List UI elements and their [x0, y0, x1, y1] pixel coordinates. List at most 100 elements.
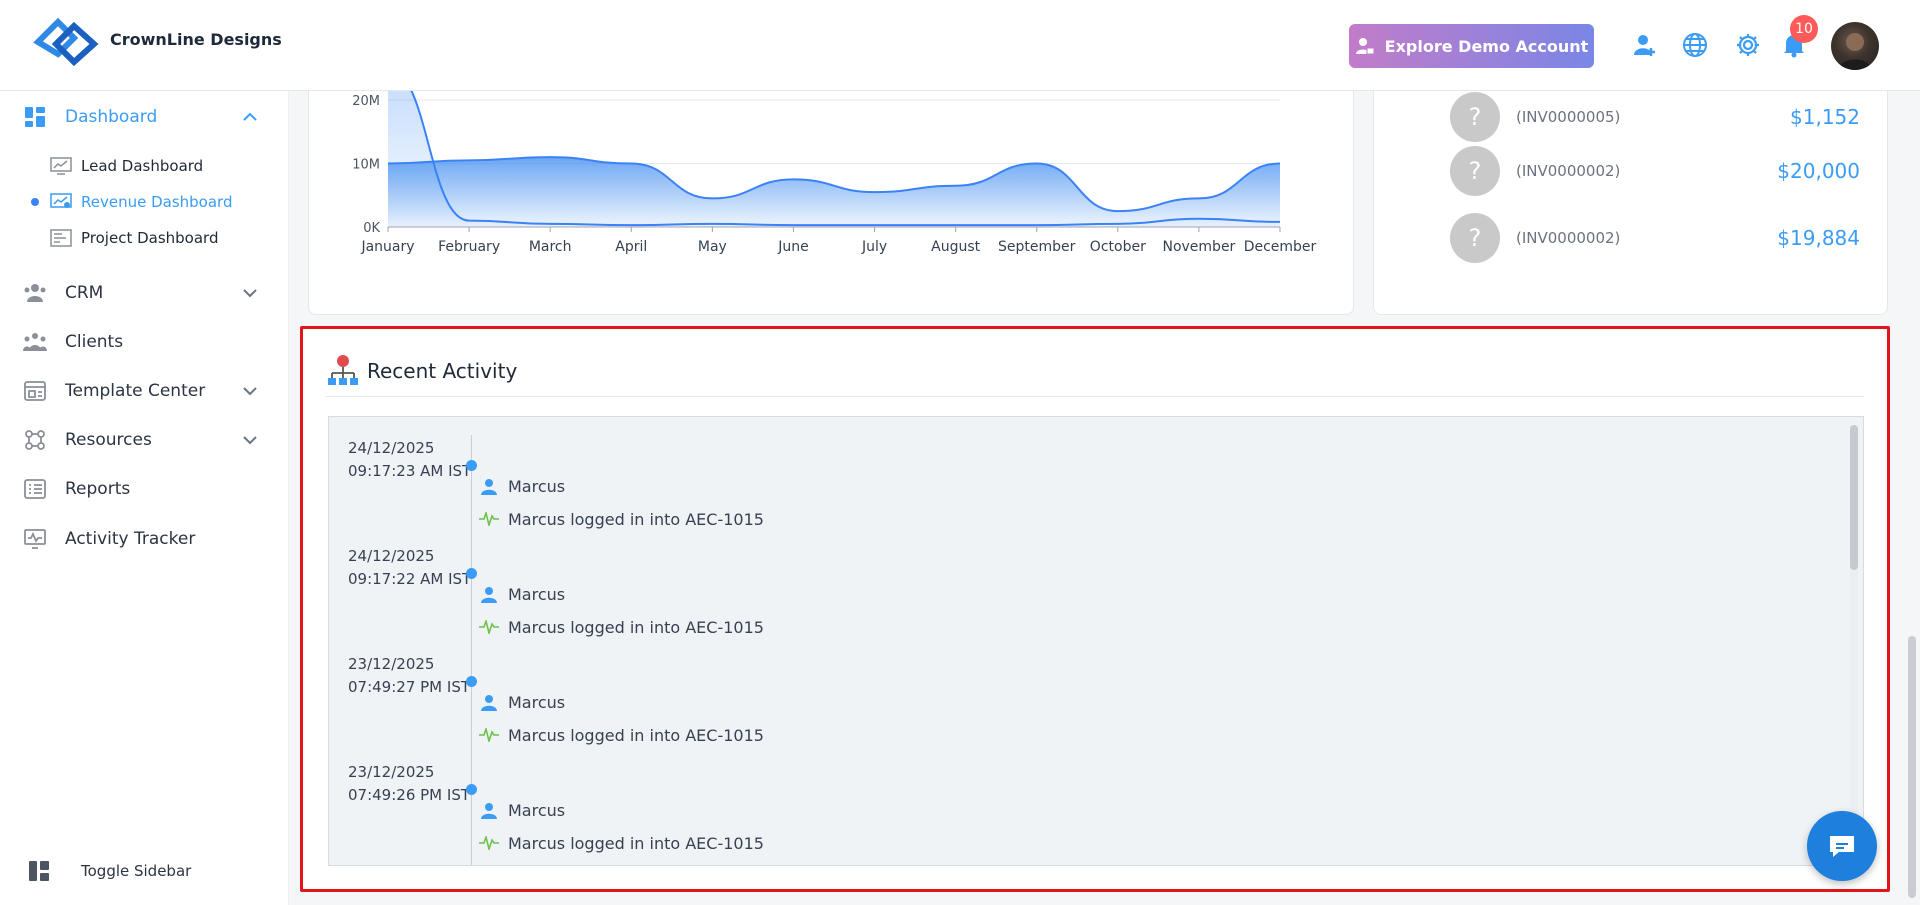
globe-icon[interactable] [1680, 30, 1710, 60]
revenue-chart-icon [50, 193, 72, 208]
brand-name: CrownLine Designs [110, 30, 282, 49]
revenue-area-chart: 0K 10M 20M January February March April May June… [352, 67, 1317, 255]
x-tick-label: April [615, 239, 647, 255]
invoice-id: (INV0000005) [1516, 108, 1621, 126]
user-icon [481, 695, 497, 711]
add-user-icon[interactable] [1630, 30, 1660, 60]
sidebar-item-dashboard[interactable]: Dashboard [0, 97, 289, 137]
user-avatar[interactable] [1831, 22, 1879, 70]
sidebar-sub-revenue-dashboard[interactable]: Revenue Dashboard [0, 186, 289, 218]
invoice-amount: $20,000 [1777, 159, 1860, 183]
timeline-scroll-thumb[interactable] [1850, 425, 1858, 570]
gear-icon[interactable] [1733, 30, 1763, 60]
entry-timestamp: 23/12/2025 07:49:26 PM IST [348, 763, 470, 804]
timeline-entry: 24/12/2025 09:17:22 AM IST Marcus Marcus … [329, 525, 1829, 637]
toggle-sidebar-icon [26, 858, 52, 884]
entry-user: Marcus [508, 801, 566, 820]
x-tick-label: January [360, 239, 414, 255]
recent-activity-panel: Recent Activity 24/12/2025 09:17:23 AM IS… [300, 326, 1890, 892]
y-tick-label: 0K [363, 221, 380, 236]
x-tick-label: May [698, 239, 727, 255]
monitor-chart-icon [50, 157, 72, 175]
chevron-down-icon [243, 387, 257, 396]
sidebar: Dashboard Lead Dashboard Revenue Dashboa… [0, 91, 289, 905]
resources-icon [22, 427, 48, 453]
entry-user: Marcus [508, 585, 566, 604]
chevron-up-icon [243, 112, 257, 121]
timeline-dot [466, 676, 477, 687]
toggle-sidebar-label: Toggle Sidebar [81, 862, 192, 880]
sidebar-item-label: Dashboard [65, 107, 158, 127]
user-lock-icon [1355, 38, 1375, 55]
x-tick-label: June [777, 239, 809, 255]
divider [326, 396, 1864, 397]
sidebar-item-label: Reports [65, 479, 131, 499]
activity-pulse-icon [479, 620, 499, 634]
sidebar-item-label: CRM [65, 283, 104, 303]
sidebar-item-template-center[interactable]: Template Center [0, 371, 289, 411]
sidebar-item-label: Template Center [65, 381, 206, 401]
y-tick-label: 20M [352, 94, 380, 109]
x-tick-label: July [861, 239, 887, 255]
y-tick-label: 10M [352, 158, 380, 173]
chat-bubble-icon [1830, 836, 1854, 857]
activity-pulse-icon [479, 512, 499, 526]
active-dot [31, 198, 39, 206]
sidebar-sub-project-dashboard[interactable]: Project Dashboard [0, 222, 289, 254]
invoice-row[interactable]: ? (INV0000002) $19,884 [1450, 212, 1860, 264]
template-icon [22, 378, 48, 404]
timeline-dot [466, 568, 477, 579]
sidebar-item-label: Clients [65, 332, 124, 352]
notification-badge: 10 [1790, 15, 1818, 43]
dashboard-icon [22, 104, 48, 130]
sidebar-item-label: Resources [65, 430, 152, 450]
chat-support-button[interactable] [1807, 811, 1877, 881]
sidebar-item-crm[interactable]: CRM [0, 273, 289, 313]
sidebar-item-activity-tracker[interactable]: Activity Tracker [0, 519, 289, 559]
entry-user: Marcus [508, 693, 566, 712]
x-tick-label: November [1162, 239, 1235, 255]
timeline-scrollbar[interactable] [1850, 425, 1858, 859]
user-icon [481, 803, 497, 819]
explore-demo-button[interactable]: Explore Demo Account [1349, 24, 1594, 68]
sidebar-sub-label: Lead Dashboard [81, 157, 204, 175]
invoice-amount: $19,884 [1777, 226, 1860, 250]
sidebar-item-reports[interactable]: Reports [0, 469, 289, 509]
org-chart-icon [328, 355, 358, 385]
timeline-dot [466, 784, 477, 795]
x-tick-label: September [998, 239, 1076, 255]
user-icon [481, 587, 497, 603]
invoice-row[interactable]: ? (INV0000005) $1,152 [1450, 91, 1860, 143]
sidebar-item-resources[interactable]: Resources [0, 420, 289, 460]
sidebar-item-clients[interactable]: Clients [0, 322, 289, 362]
sidebar-sub-label: Revenue Dashboard [81, 193, 233, 211]
entry-timestamp: 24/12/2025 09:17:22 AM IST [348, 547, 472, 588]
project-board-icon [50, 229, 72, 247]
invoice-amount: $1,152 [1790, 105, 1860, 129]
unknown-user-icon: ? [1450, 213, 1500, 263]
entry-timestamp: 24/12/2025 09:17:23 AM IST [348, 439, 472, 480]
activity-pulse-icon [479, 728, 499, 742]
clients-group-icon [22, 329, 48, 355]
entry-timestamp: 23/12/2025 07:49:27 PM IST [348, 655, 470, 696]
sidebar-sub-label: Project Dashboard [81, 229, 219, 247]
revenue-chart-panel: 0K 10M 20M January February March April May June… [308, 67, 1354, 315]
invoice-list-panel: ? (INV0000005) $1,152 ? (INV0000002) $20… [1373, 91, 1888, 315]
chevron-down-icon [243, 436, 257, 445]
page-scrollbar[interactable] [1908, 636, 1916, 898]
user-icon [481, 479, 497, 495]
timeline-entry: 23/12/2025 07:49:27 PM IST Marcus Marcus … [329, 633, 1829, 745]
activity-timeline[interactable]: 24/12/2025 09:17:23 AM IST Marcus Marcus … [328, 416, 1864, 866]
invoice-row[interactable]: ? (INV0000002) $20,000 [1450, 145, 1860, 197]
x-tick-label: March [529, 239, 572, 255]
sidebar-sub-lead-dashboard[interactable]: Lead Dashboard [0, 150, 289, 182]
series-area [388, 157, 1280, 227]
toggle-sidebar-button[interactable]: Toggle Sidebar [0, 851, 289, 891]
recent-activity-title: Recent Activity [367, 359, 518, 383]
timeline-dot [466, 460, 477, 471]
brand-logo-icon[interactable] [28, 12, 106, 72]
unknown-user-icon: ? [1450, 92, 1500, 142]
sidebar-item-label: Activity Tracker [65, 529, 196, 549]
entry-action: Marcus logged in into AEC-1015 [508, 834, 764, 853]
x-tick-label: February [438, 239, 500, 255]
